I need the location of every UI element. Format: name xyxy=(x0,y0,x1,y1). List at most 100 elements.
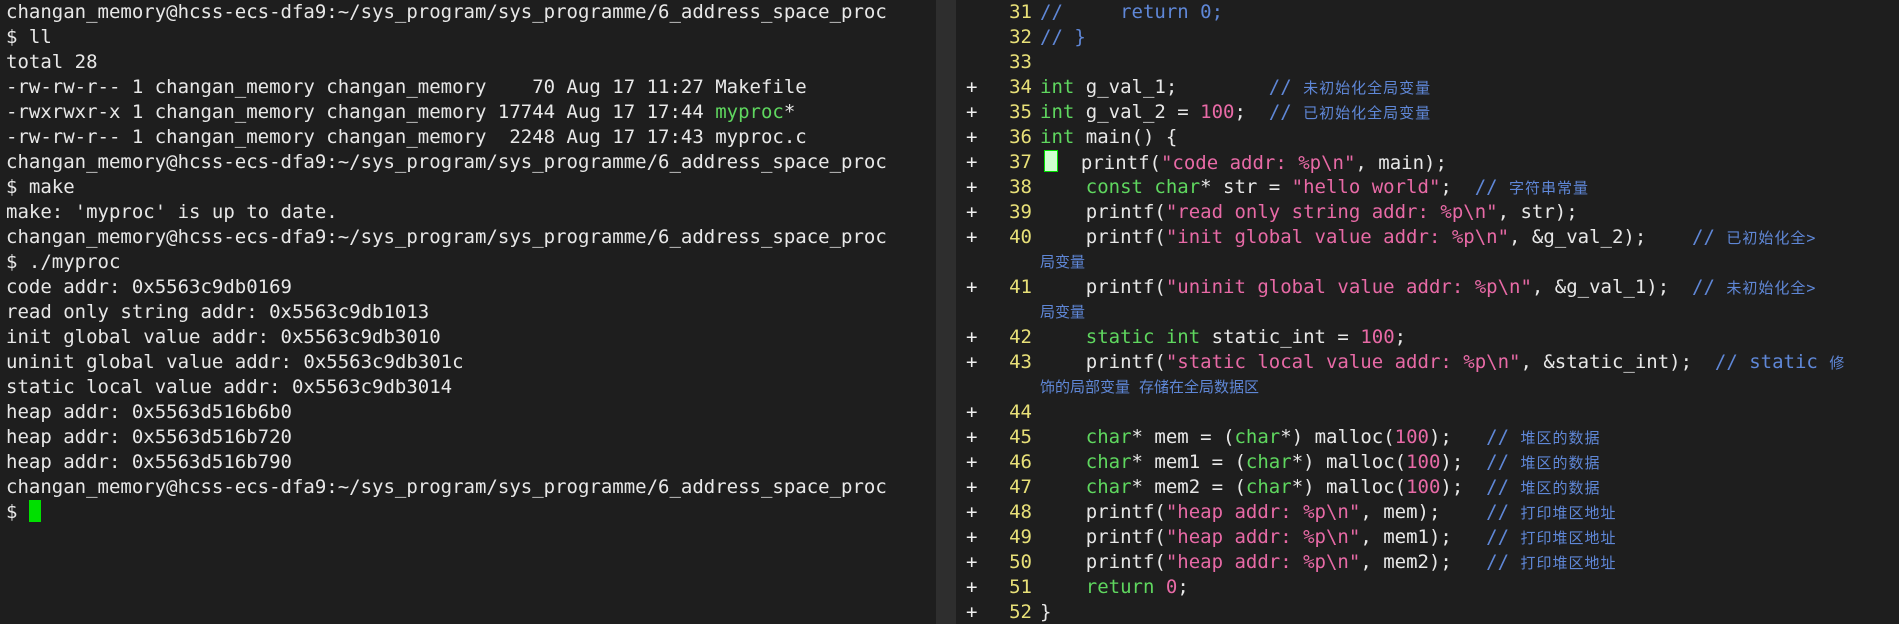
terminal-pane[interactable]: changan_memory@hcss-ecs-dfa9:~/sys_progr… xyxy=(0,0,936,624)
line-number: 37 xyxy=(1009,151,1032,173)
code-line-wrap[interactable]: 饰的局部变量 存储在全局数据区 xyxy=(956,375,1899,400)
diff-sign: + xyxy=(966,201,978,223)
diff-sign: + xyxy=(966,351,978,373)
code-token: * mem2 = ( xyxy=(1131,476,1246,498)
terminal-line-text: changan_memory@hcss-ecs-dfa9:~/sys_progr… xyxy=(6,476,887,498)
line-number: 40 xyxy=(1009,226,1032,248)
code-token: printf( xyxy=(1040,551,1166,573)
line-number: 50 xyxy=(1009,551,1032,573)
code-line[interactable]: +43 printf("static local value addr: %p\… xyxy=(956,350,1899,375)
diff-sign: + xyxy=(966,151,978,173)
code-line[interactable]: +36 int main() { xyxy=(956,125,1899,150)
line-number: 51 xyxy=(1009,576,1032,598)
code-line[interactable]: 32 // } xyxy=(956,25,1899,50)
code-token: // static xyxy=(1714,351,1830,373)
line-number: 41 xyxy=(1009,276,1032,298)
line-number: 38 xyxy=(1009,176,1032,198)
code-line-wrap[interactable]: 局变量 xyxy=(956,300,1899,325)
code-line[interactable]: +50 printf("heap addr: %p\n", mem2); // … xyxy=(956,550,1899,575)
code-line[interactable]: +34 int g_val_1; // 未初始化全局变量 xyxy=(956,75,1899,100)
executable-filename: myproc xyxy=(715,101,784,123)
code-line[interactable]: +40 printf("init global value addr: %p\n… xyxy=(956,225,1899,250)
terminal-line: heap addr: 0x5563d516b790 xyxy=(0,450,936,475)
code-text: int g_val_2 = 100; // 已初始化全局变量 xyxy=(1040,100,1431,126)
code-token: char xyxy=(1245,476,1292,498)
terminal-line: code addr: 0x5563c9db0169 xyxy=(0,275,936,300)
code-line[interactable]: +46 char* mem1 = (char*) malloc(100); //… xyxy=(956,450,1899,475)
code-token: ; xyxy=(1234,101,1269,123)
code-token: "uninit global value addr: %p\n" xyxy=(1165,276,1532,298)
line-number: 39 xyxy=(1009,201,1032,223)
terminal-line: changan_memory@hcss-ecs-dfa9:~/sys_progr… xyxy=(0,0,936,25)
code-text: const char* str = "hello world"; // 字符串常… xyxy=(1040,175,1589,201)
code-token: 堆区的数据 xyxy=(1520,429,1601,447)
diff-sign: + xyxy=(966,526,978,548)
terminal-line-text: read only string addr: 0x5563c9db1013 xyxy=(6,301,430,323)
code-token: * mem1 = ( xyxy=(1131,451,1246,473)
code-token: // xyxy=(1474,176,1510,198)
terminal-line-text: uninit global value addr: 0x5563c9db301c xyxy=(6,351,464,373)
code-token: // xyxy=(1486,526,1521,548)
code-text: int main() { xyxy=(1040,125,1177,150)
code-token: ); xyxy=(1428,426,1487,448)
code-token: ); xyxy=(1440,476,1487,498)
editor-pane[interactable]: 31 // return 0; 32 // } 33 +34 int g_val_1; //… xyxy=(956,0,1899,624)
code-line[interactable]: +48 printf("heap addr: %p\n", mem); // 打… xyxy=(956,500,1899,525)
terminal-prompt-line[interactable]: $ xyxy=(0,500,936,525)
code-line[interactable]: +39 printf("read only string addr: %p\n"… xyxy=(956,200,1899,225)
code-line[interactable]: +37 printf("code addr: %p\n", main); xyxy=(956,150,1899,175)
code-token: "read only string addr: %p\n" xyxy=(1165,201,1498,223)
code-line[interactable]: 31 // return 0; xyxy=(956,0,1899,25)
code-line[interactable]: +41 printf("uninit global value addr: %p… xyxy=(956,275,1899,300)
code-token: 100 xyxy=(1360,326,1395,348)
terminal-line: static local value addr: 0x5563c9db3014 xyxy=(0,375,936,400)
code-line[interactable]: 33 xyxy=(956,50,1899,75)
diff-sign: + xyxy=(966,576,978,598)
editor-cursor xyxy=(1044,150,1058,172)
code-line-wrap[interactable]: 局变量 xyxy=(956,250,1899,275)
code-token: ; xyxy=(1440,176,1475,198)
code-text: char* mem2 = (char*) malloc(100); // 堆区的… xyxy=(1040,475,1601,501)
code-line[interactable]: +38 const char* str = "hello world"; // … xyxy=(956,175,1899,200)
terminal-line: -rw-rw-r-- 1 changan_memory changan_memo… xyxy=(0,75,936,100)
diff-sign: + xyxy=(966,276,978,298)
code-line[interactable]: +51 return 0; xyxy=(956,575,1899,600)
pane-divider[interactable] xyxy=(936,0,956,624)
code-line[interactable]: +47 char* mem2 = (char*) malloc(100); //… xyxy=(956,475,1899,500)
code-token: "init global value addr: %p\n" xyxy=(1165,226,1510,248)
code-line[interactable]: +45 char* mem = (char*) malloc(100); // … xyxy=(956,425,1899,450)
code-text: int g_val_1; // 未初始化全局变量 xyxy=(1040,75,1431,101)
code-token: ; xyxy=(1177,576,1189,598)
diff-sign: + xyxy=(966,551,978,573)
code-line[interactable]: +44 xyxy=(956,400,1899,425)
terminal-line: uninit global value addr: 0x5563c9db301c xyxy=(0,350,936,375)
terminal-line: heap addr: 0x5563d516b6b0 xyxy=(0,400,936,425)
code-token: 堆区的数据 xyxy=(1520,479,1601,497)
terminal-line: $ ll xyxy=(0,25,936,50)
code-line[interactable]: +49 printf("heap addr: %p\n", mem1); // … xyxy=(956,525,1899,550)
code-token: int xyxy=(1040,76,1075,98)
code-token: main() { xyxy=(1074,126,1178,148)
diff-sign: + xyxy=(966,601,978,623)
code-token: 打印堆区地址 xyxy=(1520,504,1617,522)
terminal-line-text: total 28 xyxy=(6,51,98,73)
code-token: , mem); xyxy=(1360,501,1487,523)
code-token: *) malloc( xyxy=(1280,426,1395,448)
code-line[interactable]: +35 int g_val_2 = 100; // 已初始化全局变量 xyxy=(956,100,1899,125)
code-token: return 0; xyxy=(1120,1,1224,23)
terminal-line-text: changan_memory@hcss-ecs-dfa9:~/sys_progr… xyxy=(6,1,887,23)
code-line[interactable]: +52} xyxy=(956,600,1899,624)
terminal-line-text: changan_memory@hcss-ecs-dfa9:~/sys_progr… xyxy=(6,151,887,173)
terminal-line-text: changan_memory@hcss-ecs-dfa9:~/sys_progr… xyxy=(6,226,887,248)
code-token: // xyxy=(1486,426,1521,448)
line-number: 33 xyxy=(1009,51,1032,73)
code-token: char xyxy=(1085,426,1132,448)
code-token: 0 xyxy=(1165,576,1178,598)
line-number: 43 xyxy=(1009,351,1032,373)
terminal-line-text: $ ./myproc xyxy=(6,251,121,273)
code-line[interactable]: +42 static int static_int = 100; xyxy=(956,325,1899,350)
